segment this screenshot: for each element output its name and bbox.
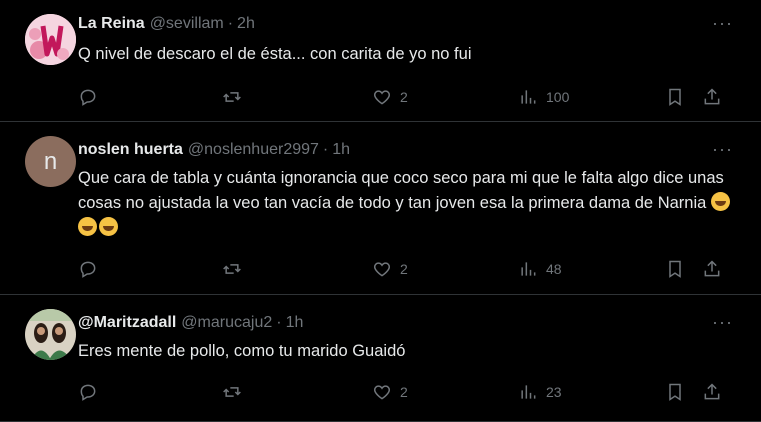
- heart-icon: [373, 90, 391, 105]
- user-handle[interactable]: @noslenhuer2997: [188, 141, 319, 159]
- reply-button[interactable]: [78, 259, 106, 279]
- tweet-text: Que cara de tabla y cuánta ignorancia qu…: [78, 166, 733, 241]
- rolling-laughing-emoji-icon: [78, 217, 97, 236]
- tweet-header: noslen huerta @noslenhuer2997 · 1h: [78, 138, 745, 162]
- reply-tweet[interactable]: @Maritzadall @marucaju2 · 1h ··· Eres me…: [0, 295, 761, 422]
- bookmark-icon: [669, 383, 681, 401]
- heart-icon: [373, 262, 391, 277]
- more-options-icon[interactable]: ···: [712, 14, 733, 32]
- retweet-button[interactable]: [222, 382, 250, 402]
- rolling-laughing-emoji-icon: [99, 217, 118, 236]
- timestamp[interactable]: 2h: [237, 15, 255, 33]
- heart-icon: [373, 385, 391, 400]
- bookmark-button[interactable]: [665, 87, 685, 107]
- like-button[interactable]: 2: [372, 259, 408, 279]
- like-button[interactable]: 2: [372, 382, 408, 402]
- analytics-icon: [521, 262, 536, 276]
- rose-m-avatar-image: [25, 14, 76, 65]
- user-handle[interactable]: @marucaju2: [181, 314, 272, 332]
- retweet-button[interactable]: [222, 87, 250, 107]
- separator-dot: ·: [276, 314, 282, 331]
- display-name[interactable]: noslen huerta: [78, 141, 183, 159]
- like-count: 2: [400, 261, 408, 277]
- bookmark-button[interactable]: [665, 259, 685, 279]
- view-count: 100: [546, 89, 570, 105]
- views-button[interactable]: 48: [518, 259, 562, 279]
- like-count: 2: [400, 89, 408, 105]
- reply-icon: [80, 89, 96, 106]
- tweet-header: @Maritzadall @marucaju2 · 1h: [78, 311, 745, 335]
- retweet-icon: [223, 92, 241, 102]
- avatar[interactable]: n: [25, 136, 76, 187]
- reply-icon: [80, 384, 96, 401]
- views-button[interactable]: 100: [518, 87, 569, 107]
- share-button[interactable]: [702, 382, 722, 402]
- share-icon: [704, 88, 720, 105]
- reply-icon: [80, 261, 96, 278]
- more-options-icon[interactable]: ···: [712, 313, 733, 331]
- share-button[interactable]: [702, 87, 722, 107]
- bookmark-icon: [669, 88, 681, 106]
- share-icon: [704, 260, 720, 277]
- avatar[interactable]: [25, 309, 76, 360]
- separator-dot: ·: [227, 15, 234, 32]
- like-count: 2: [400, 384, 408, 400]
- avatar[interactable]: [25, 14, 76, 65]
- share-button[interactable]: [702, 259, 722, 279]
- reply-tweet[interactable]: n noslen huerta @noslenhuer2997 · 1h ···…: [0, 122, 761, 295]
- analytics-icon: [521, 90, 536, 104]
- views-button[interactable]: 23: [518, 382, 562, 402]
- avatar-letter: n: [43, 147, 58, 175]
- share-icon: [704, 383, 720, 400]
- action-bar: 2 100: [78, 73, 745, 129]
- separator-dot: ·: [322, 141, 329, 158]
- display-name[interactable]: @Maritzadall: [78, 314, 176, 332]
- action-bar: 2 23: [78, 368, 745, 422]
- retweet-icon: [223, 387, 241, 397]
- analytics-icon: [521, 385, 536, 399]
- view-count: 23: [546, 384, 562, 400]
- bookmark-icon: [669, 260, 681, 278]
- display-name[interactable]: La Reina: [78, 15, 145, 33]
- timestamp[interactable]: 1h: [332, 141, 350, 159]
- reply-button[interactable]: [78, 382, 106, 402]
- like-button[interactable]: 2: [372, 87, 408, 107]
- user-handle[interactable]: @sevillam: [150, 15, 224, 33]
- tweet-text-body: Que cara de tabla y cuánta ignorancia qu…: [78, 169, 724, 212]
- action-bar: 2 48: [78, 245, 745, 301]
- group-photo-avatar-image: [25, 309, 76, 360]
- tweet-text: Q nivel de descaro el de ésta... con car…: [78, 45, 472, 63]
- reply-button[interactable]: [78, 87, 106, 107]
- more-options-icon[interactable]: ···: [712, 140, 733, 158]
- retweet-icon: [223, 264, 241, 274]
- retweet-button[interactable]: [222, 259, 250, 279]
- tweet-header: La Reina @sevillam · 2h: [78, 12, 745, 36]
- tweet-text: Eres mente de pollo, como tu marido Guai…: [78, 342, 406, 360]
- rolling-laughing-emoji-icon: [710, 192, 730, 211]
- bookmark-button[interactable]: [665, 382, 685, 402]
- timestamp[interactable]: 1h: [286, 314, 304, 332]
- reply-tweet[interactable]: La Reina @sevillam · 2h ··· Q nivel de d…: [0, 0, 761, 122]
- view-count: 48: [546, 261, 562, 277]
